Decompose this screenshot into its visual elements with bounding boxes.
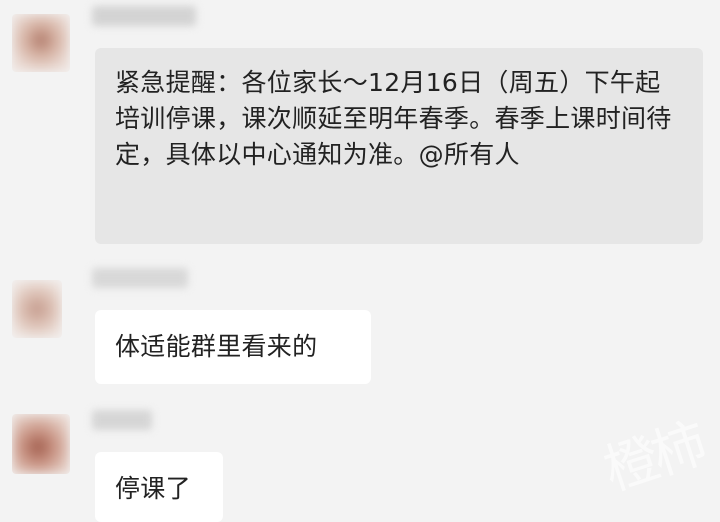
avatar[interactable] <box>12 14 70 72</box>
avatar[interactable] <box>12 414 70 474</box>
message-text: 体适能群里看来的 <box>115 332 318 361</box>
message-text: 停课了 <box>115 474 191 503</box>
avatar[interactable] <box>12 280 62 338</box>
watermark-logo: 橙柿 <box>596 411 711 503</box>
message-text: 紧急提醒：各位家长～12月16日（周五）下午起培训停课，课次顺延至明年春季。春季… <box>115 68 672 169</box>
sender-name <box>92 268 188 288</box>
sender-name <box>92 410 152 430</box>
sender-name <box>92 6 196 26</box>
message-bubble[interactable]: 紧急提醒：各位家长～12月16日（周五）下午起培训停课，课次顺延至明年春季。春季… <box>95 48 703 244</box>
message-bubble[interactable]: 体适能群里看来的 <box>95 310 371 384</box>
message-bubble[interactable]: 停课了 <box>95 452 223 522</box>
